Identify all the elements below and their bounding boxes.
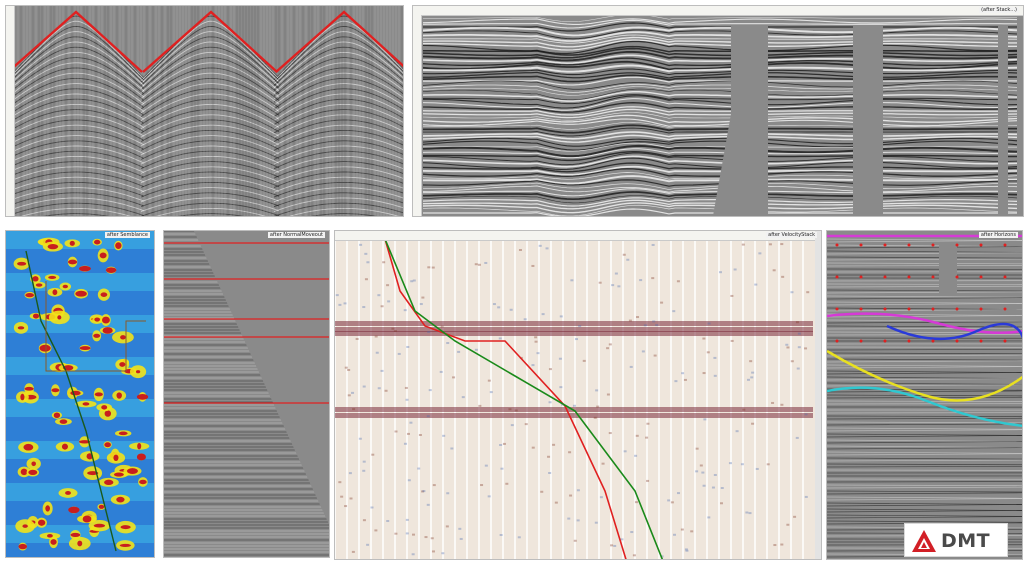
- dmt-logo-text: DMT: [941, 530, 991, 552]
- velocity-stack-plot: [335, 238, 813, 559]
- nmo-panel-title: after NormalMoveout: [267, 232, 325, 238]
- shot-gathers-seismic: [6, 6, 403, 216]
- stack-section-seismic: [422, 14, 1018, 216]
- dmt-logo: DMT: [904, 523, 1008, 557]
- nmo-gather-panel[interactable]: after NormalMoveout: [163, 230, 330, 558]
- stack-section-panel[interactable]: (after Stack...): [412, 5, 1024, 217]
- semblance-panel-title: after Semblance: [104, 232, 150, 238]
- semblance-plot: [6, 231, 154, 552]
- nmo-gather-seismic: [164, 231, 329, 556]
- dmt-logo-icon: [912, 530, 936, 552]
- horizon-panel-title: after Horizons: [978, 232, 1018, 238]
- semblance-panel[interactable]: after Semblance: [5, 230, 155, 558]
- velocity-panel-title: after VelocityStack: [766, 232, 817, 238]
- stack-time-axis: [413, 15, 422, 216]
- horizon-interpretation: [827, 234, 1022, 558]
- velocity-cdp-axis: [335, 231, 821, 241]
- shot-gathers-panel[interactable]: [5, 5, 404, 217]
- horizon-panel[interactable]: after Horizons: [826, 230, 1023, 560]
- velocity-scrollbar[interactable]: [815, 231, 821, 559]
- velocity-panel[interactable]: after VelocityStack: [334, 230, 822, 560]
- stack-cdp-axis: [413, 6, 1023, 16]
- stack-panel-title: (after Stack...): [979, 7, 1019, 13]
- shot-gathers-time-axis: [6, 6, 15, 216]
